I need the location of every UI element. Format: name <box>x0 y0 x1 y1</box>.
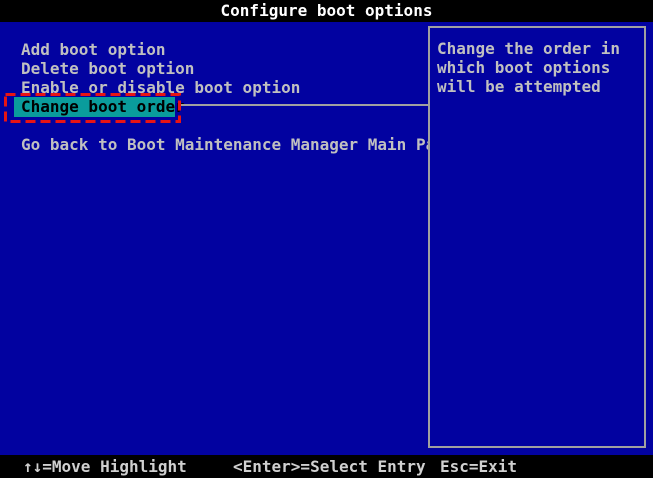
help-text-line: which boot options <box>437 58 640 77</box>
help-text-line: will be attempted <box>437 77 640 96</box>
keyhint-move-highlight: ↑↓=Move Highlight <box>23 455 187 478</box>
menu-item-delete-boot-option[interactable]: Delete boot option <box>21 59 194 78</box>
keyhint-select-entry: <Enter>=Select Entry <box>233 455 426 478</box>
page-title: Configure boot options <box>0 0 653 22</box>
uefi-screen: Configure boot options Add boot option D… <box>0 0 653 478</box>
help-text-line: Change the order in <box>437 39 640 58</box>
menu-item-go-back[interactable]: Go back to Boot Maintenance Manager Main… <box>21 135 454 154</box>
help-panel: Change the order in which boot options w… <box>428 26 646 448</box>
menu-item-add-boot-option[interactable]: Add boot option <box>21 40 166 59</box>
keyhint-esc-exit: Esc=Exit <box>440 455 517 478</box>
highlight-connector-line <box>181 104 428 106</box>
main-area: Add boot option Delete boot option Enabl… <box>0 22 653 455</box>
status-bar: ↑↓=Move Highlight <Enter>=Select Entry E… <box>0 455 653 478</box>
menu-item-enable-disable-boot-option[interactable]: Enable or disable boot option <box>21 78 300 97</box>
menu-item-change-boot-order[interactable]: Change boot order <box>14 97 175 117</box>
